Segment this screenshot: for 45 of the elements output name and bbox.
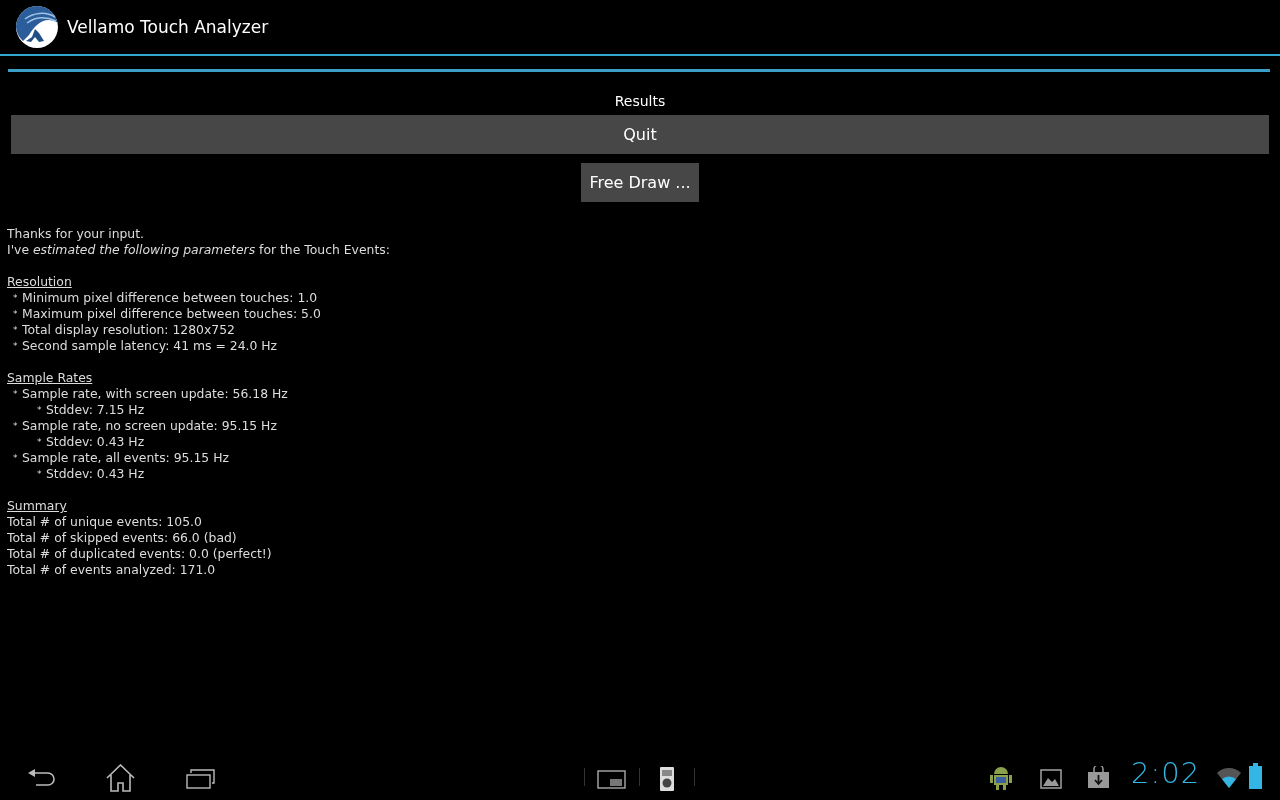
report-line: Total # of events analyzed: 171.0 — [7, 562, 217, 578]
bullet-mark: * — [13, 308, 19, 321]
wifi-icon[interactable] — [1217, 768, 1241, 788]
media-player-icon[interactable] — [660, 767, 674, 791]
report-line: Total # of unique events: 105.0 — [7, 514, 203, 530]
section-heading: Sample Rates — [7, 370, 94, 386]
bullet-mark: * — [13, 388, 19, 401]
report-line: Total # of duplicated events: 0.0 (perfect!) — [7, 546, 273, 562]
report-line: Sample rate, with screen update: 56.18 Hz — [22, 386, 288, 402]
android-robot-icon[interactable] — [990, 765, 1012, 791]
report-line: Minimum pixel difference between touches: 1.0 — [22, 290, 318, 306]
home-icon[interactable] — [106, 764, 135, 792]
report-line: Stddev: 0.43 Hz — [46, 466, 145, 482]
battery-icon[interactable] — [1249, 763, 1262, 789]
bullet-mark: * — [13, 292, 19, 305]
report-line: Stddev: 0.43 Hz — [46, 434, 145, 450]
bullet-mark: * — [13, 324, 19, 337]
report-line: Sample rate, no screen update: 95.15 Hz — [22, 418, 277, 434]
recent-apps-icon[interactable] — [186, 769, 216, 789]
bullet-mark: * — [13, 452, 19, 465]
download-bag-icon[interactable] — [1088, 766, 1109, 788]
section-heading: Resolution — [7, 274, 73, 290]
bullet-mark: * — [37, 404, 43, 417]
bullet-mark: * — [13, 420, 19, 433]
free-draw-button[interactable]: Free Draw ... — [581, 163, 699, 202]
app-logo-icon — [15, 5, 59, 49]
section-heading: Summary — [7, 498, 68, 514]
report-line: Total # of skipped events: 66.0 (bad) — [7, 530, 238, 546]
bullet-mark: * — [13, 340, 19, 353]
report-line: Maximum pixel difference between touches: 5.0 — [22, 306, 321, 322]
report-line: Stddev: 7.15 Hz — [46, 402, 145, 418]
results-label: Results — [613, 93, 667, 109]
app-title: Vellamo Touch Analyzer — [67, 17, 269, 37]
back-icon[interactable] — [26, 768, 56, 788]
bullet-mark: * — [37, 436, 43, 449]
bullet-mark: * — [37, 468, 43, 481]
screen-icon[interactable] — [597, 770, 626, 789]
clock: 2:02 — [1131, 756, 1201, 790]
intro-text: Thanks for your input. — [7, 226, 146, 242]
quit-button[interactable]: Quit — [11, 115, 1269, 154]
intro-text: I've estimated the following parameters for the Touch Events: — [7, 242, 391, 258]
report-line: Total display resolution: 1280x752 — [22, 322, 235, 338]
report-line: Second sample latency: 41 ms = 24.0 Hz — [22, 338, 278, 354]
image-icon[interactable] — [1040, 769, 1062, 789]
report-line: Sample rate, all events: 95.15 Hz — [22, 450, 229, 466]
